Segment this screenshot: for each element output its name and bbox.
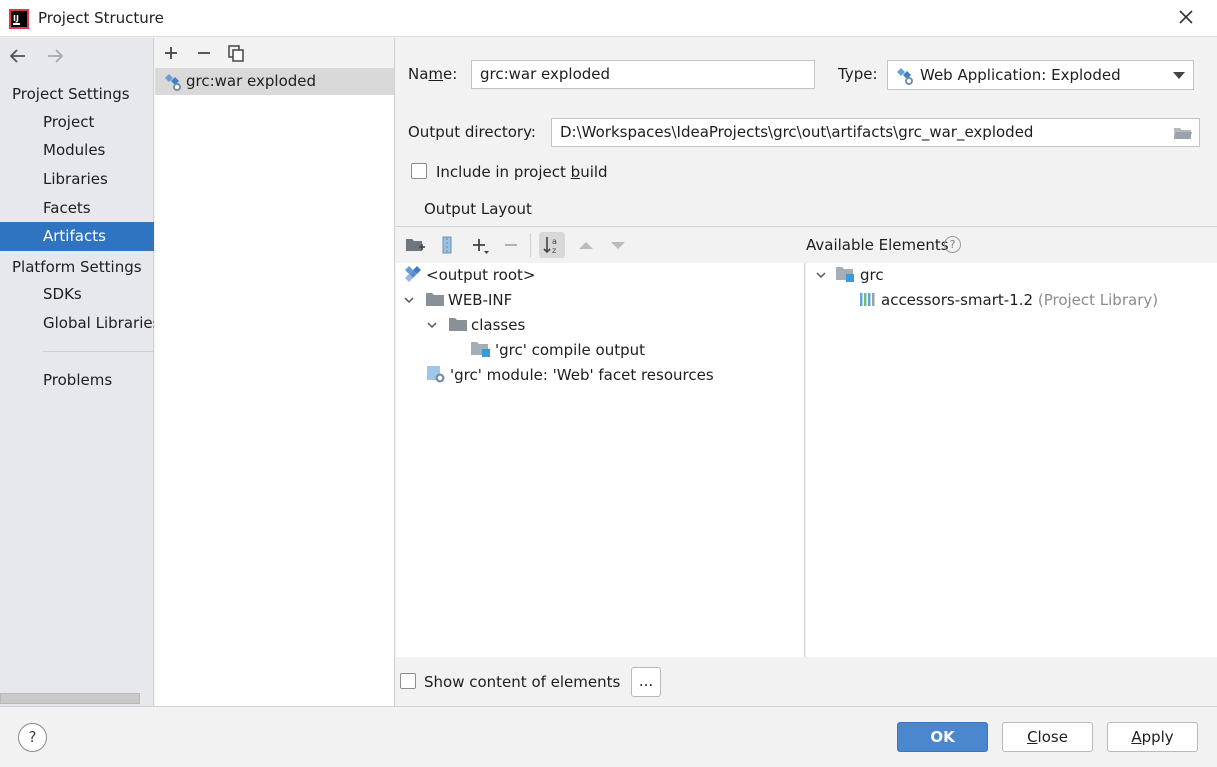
- add-icon[interactable]: [161, 43, 181, 63]
- help-icon[interactable]: ?: [944, 236, 961, 253]
- folder-icon: [426, 292, 444, 306]
- close-button[interactable]: Close: [1002, 722, 1093, 752]
- tree-item-library-accessors-smart[interactable]: accessors-smart-1.2 (Project Library): [859, 288, 1158, 313]
- output-directory-value: D:\Workspaces\IdeaProjects\grc\out\artif…: [560, 123, 1034, 141]
- intellij-logo-icon: IJ: [9, 9, 29, 29]
- move-up-icon[interactable]: [576, 235, 596, 255]
- artifact-item-label: grc:war exploded: [186, 72, 317, 90]
- artifacts-toolbar: [155, 38, 394, 68]
- show-content-checkbox[interactable]: [400, 673, 416, 689]
- remove-icon[interactable]: [194, 43, 214, 63]
- available-elements-tree: grc accessors-smart-1.2 (Project Library…: [806, 263, 1217, 657]
- artifacts-list-panel: grc:war exploded: [155, 38, 395, 706]
- layout-bottom-row: Show content of elements ...: [396, 656, 1217, 706]
- help-button[interactable]: ?: [18, 723, 47, 752]
- window-title: Project Structure: [38, 9, 164, 27]
- sidebar-item-sdks[interactable]: SDKs: [0, 280, 154, 309]
- tree-item-classes[interactable]: classes: [449, 313, 525, 338]
- output-directory-label: Output directory:: [408, 123, 536, 141]
- artifact-item-grc-war-exploded[interactable]: grc:war exploded: [155, 68, 394, 95]
- move-down-icon[interactable]: [608, 235, 628, 255]
- archive-icon[interactable]: [437, 235, 457, 255]
- new-directory-icon[interactable]: [405, 235, 425, 255]
- nav-arrows: [8, 46, 77, 70]
- include-in-build-checkbox[interactable]: [411, 163, 427, 179]
- sidebar-horizontal-scrollbar[interactable]: [0, 693, 140, 704]
- folder-browse-icon[interactable]: [1173, 125, 1193, 141]
- output-layout-tree: <output root> WEB-INF classes 'grc' comp…: [396, 263, 805, 657]
- type-dropdown-value: Web Application: Exploded: [920, 66, 1121, 84]
- folder-icon: [449, 317, 467, 331]
- web-artifact-icon: [897, 68, 913, 85]
- sidebar-item-modules[interactable]: Modules: [0, 136, 154, 165]
- sidebar-item-global-libraries[interactable]: Global Libraries: [0, 309, 154, 338]
- chevron-down-icon[interactable]: [426, 319, 438, 331]
- close-icon[interactable]: [1175, 6, 1197, 28]
- output-root-icon: [405, 265, 421, 282]
- back-arrow-icon[interactable]: [8, 46, 30, 66]
- output-layout-toolbar: az: [396, 227, 806, 263]
- sidebar-item-problems[interactable]: Problems: [0, 366, 154, 395]
- tree-item-compile-output[interactable]: 'grc' compile output: [471, 338, 645, 363]
- toolbar-separator: [530, 233, 531, 257]
- artifact-config-panel: Name: grc:war exploded Type: Web Applica…: [396, 38, 1217, 706]
- web-facet-icon: [427, 365, 445, 382]
- output-directory-field[interactable]: D:\Workspaces\IdeaProjects\grc\out\artif…: [551, 118, 1200, 147]
- tree-item-module-grc[interactable]: grc: [836, 263, 884, 288]
- sidebar-item-libraries[interactable]: Libraries: [0, 165, 154, 194]
- settings-sidebar: Project Settings Project Modules Librari…: [0, 38, 154, 706]
- sort-alphabetically-icon[interactable]: az: [539, 232, 565, 258]
- type-label: Type:: [838, 65, 878, 83]
- tree-item-output-root[interactable]: <output root>: [404, 263, 535, 288]
- chevron-down-icon[interactable]: [403, 294, 415, 306]
- ok-button[interactable]: OK: [897, 722, 988, 752]
- type-dropdown[interactable]: Web Application: Exploded: [887, 60, 1194, 90]
- forward-arrow-icon[interactable]: [45, 46, 67, 66]
- name-field[interactable]: grc:war exploded: [471, 60, 815, 89]
- tree-item-web-inf[interactable]: WEB-INF: [426, 288, 512, 313]
- svg-text:a: a: [552, 237, 557, 246]
- output-layout-area: az <output root> WEB-INF classes 'grc' c…: [396, 226, 1217, 657]
- title-bar: IJ Project Structure: [0, 0, 1217, 37]
- project-settings-header: Project Settings: [12, 85, 130, 103]
- chevron-down-icon: [1173, 72, 1185, 79]
- module-folder-icon: [836, 266, 854, 282]
- name-label: Name:: [408, 65, 458, 83]
- web-artifact-icon: [165, 74, 181, 91]
- sidebar-item-artifacts[interactable]: Artifacts: [0, 222, 154, 251]
- platform-settings-header: Platform Settings: [12, 258, 142, 276]
- svg-text:IJ: IJ: [13, 14, 19, 23]
- module-output-icon: [471, 341, 490, 357]
- available-elements-label: Available Elements: [806, 236, 949, 254]
- svg-text:z: z: [552, 246, 556, 255]
- remove-element-icon[interactable]: [501, 235, 521, 255]
- dialog-footer: ? OK Close Apply: [0, 706, 1217, 767]
- copy-icon[interactable]: [226, 43, 246, 63]
- sidebar-item-project[interactable]: Project: [0, 108, 154, 137]
- available-elements-header: Available Elements ?: [806, 227, 1217, 263]
- sidebar-divider: [43, 351, 154, 352]
- add-element-icon[interactable]: [470, 235, 490, 255]
- show-content-options-button[interactable]: ...: [631, 667, 661, 697]
- library-icon: [860, 292, 875, 306]
- sidebar-item-facets[interactable]: Facets: [0, 194, 154, 223]
- show-content-label: Show content of elements: [424, 673, 621, 691]
- tree-item-web-facet-resources[interactable]: 'grc' module: 'Web' facet resources: [426, 363, 714, 388]
- include-in-build-label: Include in project build: [436, 163, 608, 181]
- chevron-down-icon[interactable]: [815, 269, 827, 281]
- apply-button[interactable]: Apply: [1107, 722, 1198, 752]
- tab-output-layout[interactable]: Output Layout: [424, 200, 532, 218]
